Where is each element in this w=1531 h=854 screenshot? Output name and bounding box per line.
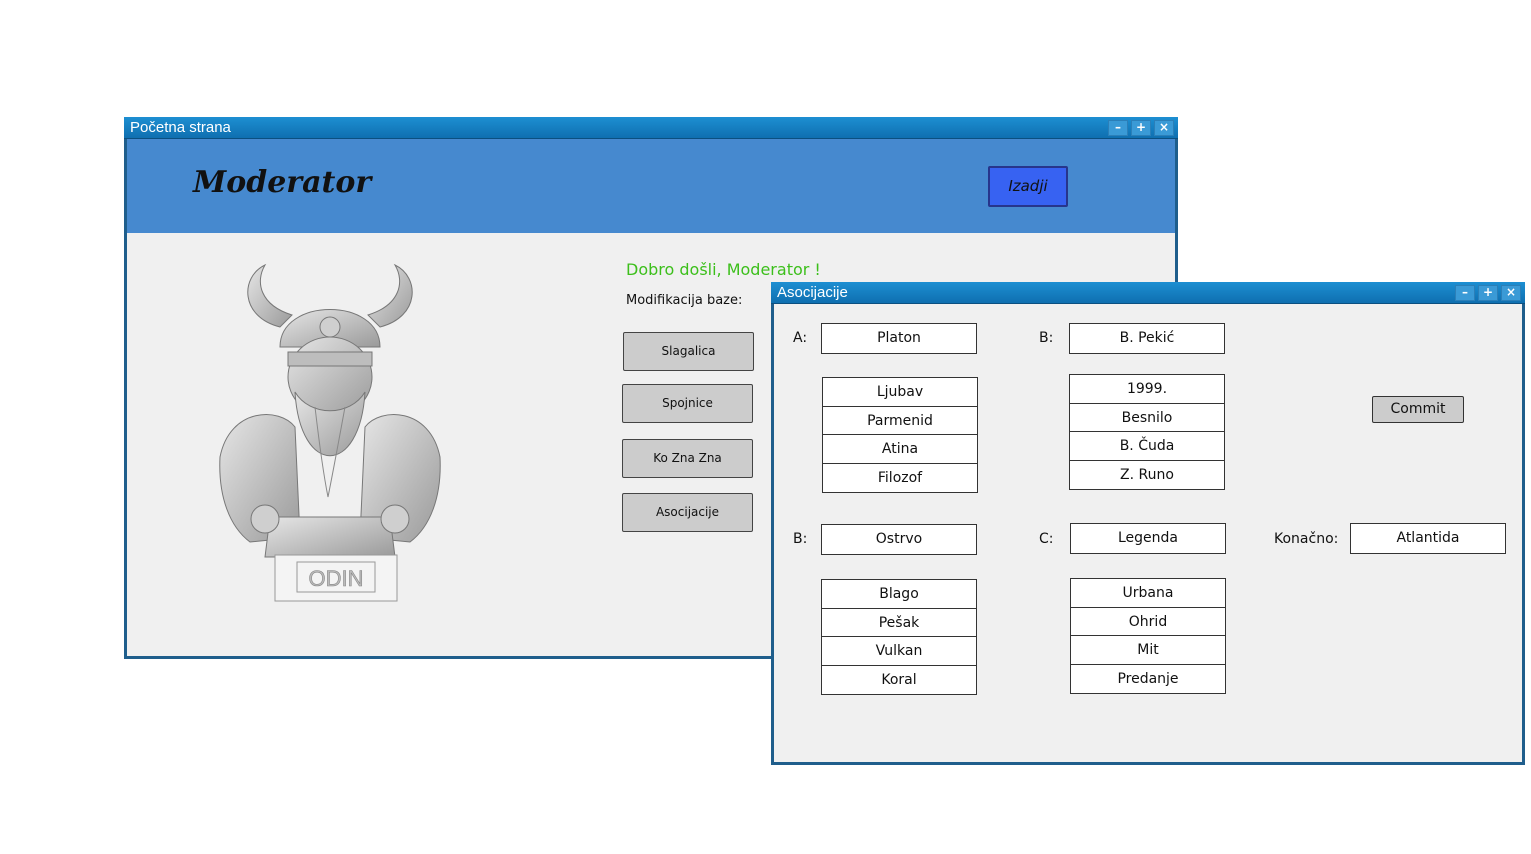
column-b-clue[interactable]: 1999.: [1070, 375, 1224, 404]
column-c-clues: Urbana Ohrid Mit Predanje: [1070, 578, 1226, 694]
asocijacije-window-controls: – + ×: [1455, 285, 1521, 301]
column-b-clue[interactable]: Z. Runo: [1070, 461, 1224, 490]
column-a-answer-field[interactable]: Platon: [821, 323, 977, 354]
column-b2-clue[interactable]: Koral: [822, 666, 976, 695]
ko-zna-zna-button[interactable]: Ko Zna Zna: [622, 439, 753, 478]
column-a-clue[interactable]: Filozof: [823, 464, 977, 493]
column-a-label: A:: [793, 330, 808, 346]
asocijacije-window-title: Asocijacije: [777, 284, 848, 301]
column-c-label: C:: [1039, 531, 1054, 547]
column-a-clue[interactable]: Atina: [823, 435, 977, 464]
column-c-clue[interactable]: Predanje: [1071, 665, 1225, 694]
column-b-clue[interactable]: B. Čuda: [1070, 432, 1224, 461]
column-a-clue[interactable]: Parmenid: [823, 407, 977, 435]
slagalica-button[interactable]: Slagalica: [623, 332, 754, 371]
column-c-clue[interactable]: Urbana: [1071, 579, 1225, 608]
main-window-title: Početna strana: [130, 119, 231, 136]
asocijacije-window: Asocijacije – + × A: Platon Ljubav Parme…: [771, 282, 1525, 765]
main-titlebar[interactable]: Početna strana – + ×: [124, 117, 1178, 139]
odin-bust-image: ODIN: [219, 263, 441, 602]
maximize-icon[interactable]: +: [1478, 285, 1498, 301]
header-band: Moderator Izadji: [127, 139, 1175, 233]
main-window-controls: – + ×: [1108, 120, 1174, 136]
close-icon[interactable]: ×: [1154, 120, 1174, 136]
column-c-clue[interactable]: Mit: [1071, 636, 1225, 665]
column-a-clues: Ljubav Parmenid Atina Filozof: [822, 377, 978, 493]
column-c-answer-field[interactable]: Legenda: [1070, 523, 1226, 554]
bust-caption: ODIN: [309, 566, 364, 591]
exit-button[interactable]: Izadji: [988, 166, 1068, 207]
column-b2-answer-field[interactable]: Ostrvo: [821, 524, 977, 555]
column-b2-clue[interactable]: Vulkan: [822, 637, 976, 666]
column-b2-clue[interactable]: Pešak: [822, 609, 976, 637]
column-b2-clue[interactable]: Blago: [822, 580, 976, 609]
close-icon[interactable]: ×: [1501, 285, 1521, 301]
asocijacije-button[interactable]: Asocijacije: [622, 493, 753, 532]
modification-label: Modifikacija baze:: [626, 293, 743, 308]
column-b-clue[interactable]: Besnilo: [1070, 404, 1224, 432]
asocijacije-titlebar[interactable]: Asocijacije – + ×: [771, 282, 1525, 304]
page-title: Moderator: [193, 165, 372, 200]
column-b-answer-field[interactable]: B. Pekić: [1069, 323, 1225, 354]
minimize-icon[interactable]: –: [1108, 120, 1128, 136]
column-b-clues: 1999. Besnilo B. Čuda Z. Runo: [1069, 374, 1225, 490]
column-b2-label: B:: [793, 531, 808, 547]
final-label: Konačno:: [1274, 531, 1339, 547]
column-b-label: B:: [1039, 330, 1054, 346]
welcome-message: Dobro došli, Moderator !: [626, 260, 821, 279]
column-b2-clues: Blago Pešak Vulkan Koral: [821, 579, 977, 695]
minimize-icon[interactable]: –: [1455, 285, 1475, 301]
spojnice-button[interactable]: Spojnice: [622, 384, 753, 423]
commit-button[interactable]: Commit: [1372, 396, 1464, 423]
column-c-clue[interactable]: Ohrid: [1071, 608, 1225, 636]
column-a-clue[interactable]: Ljubav: [823, 378, 977, 407]
final-answer-field[interactable]: Atlantida: [1350, 523, 1506, 554]
maximize-icon[interactable]: +: [1131, 120, 1151, 136]
